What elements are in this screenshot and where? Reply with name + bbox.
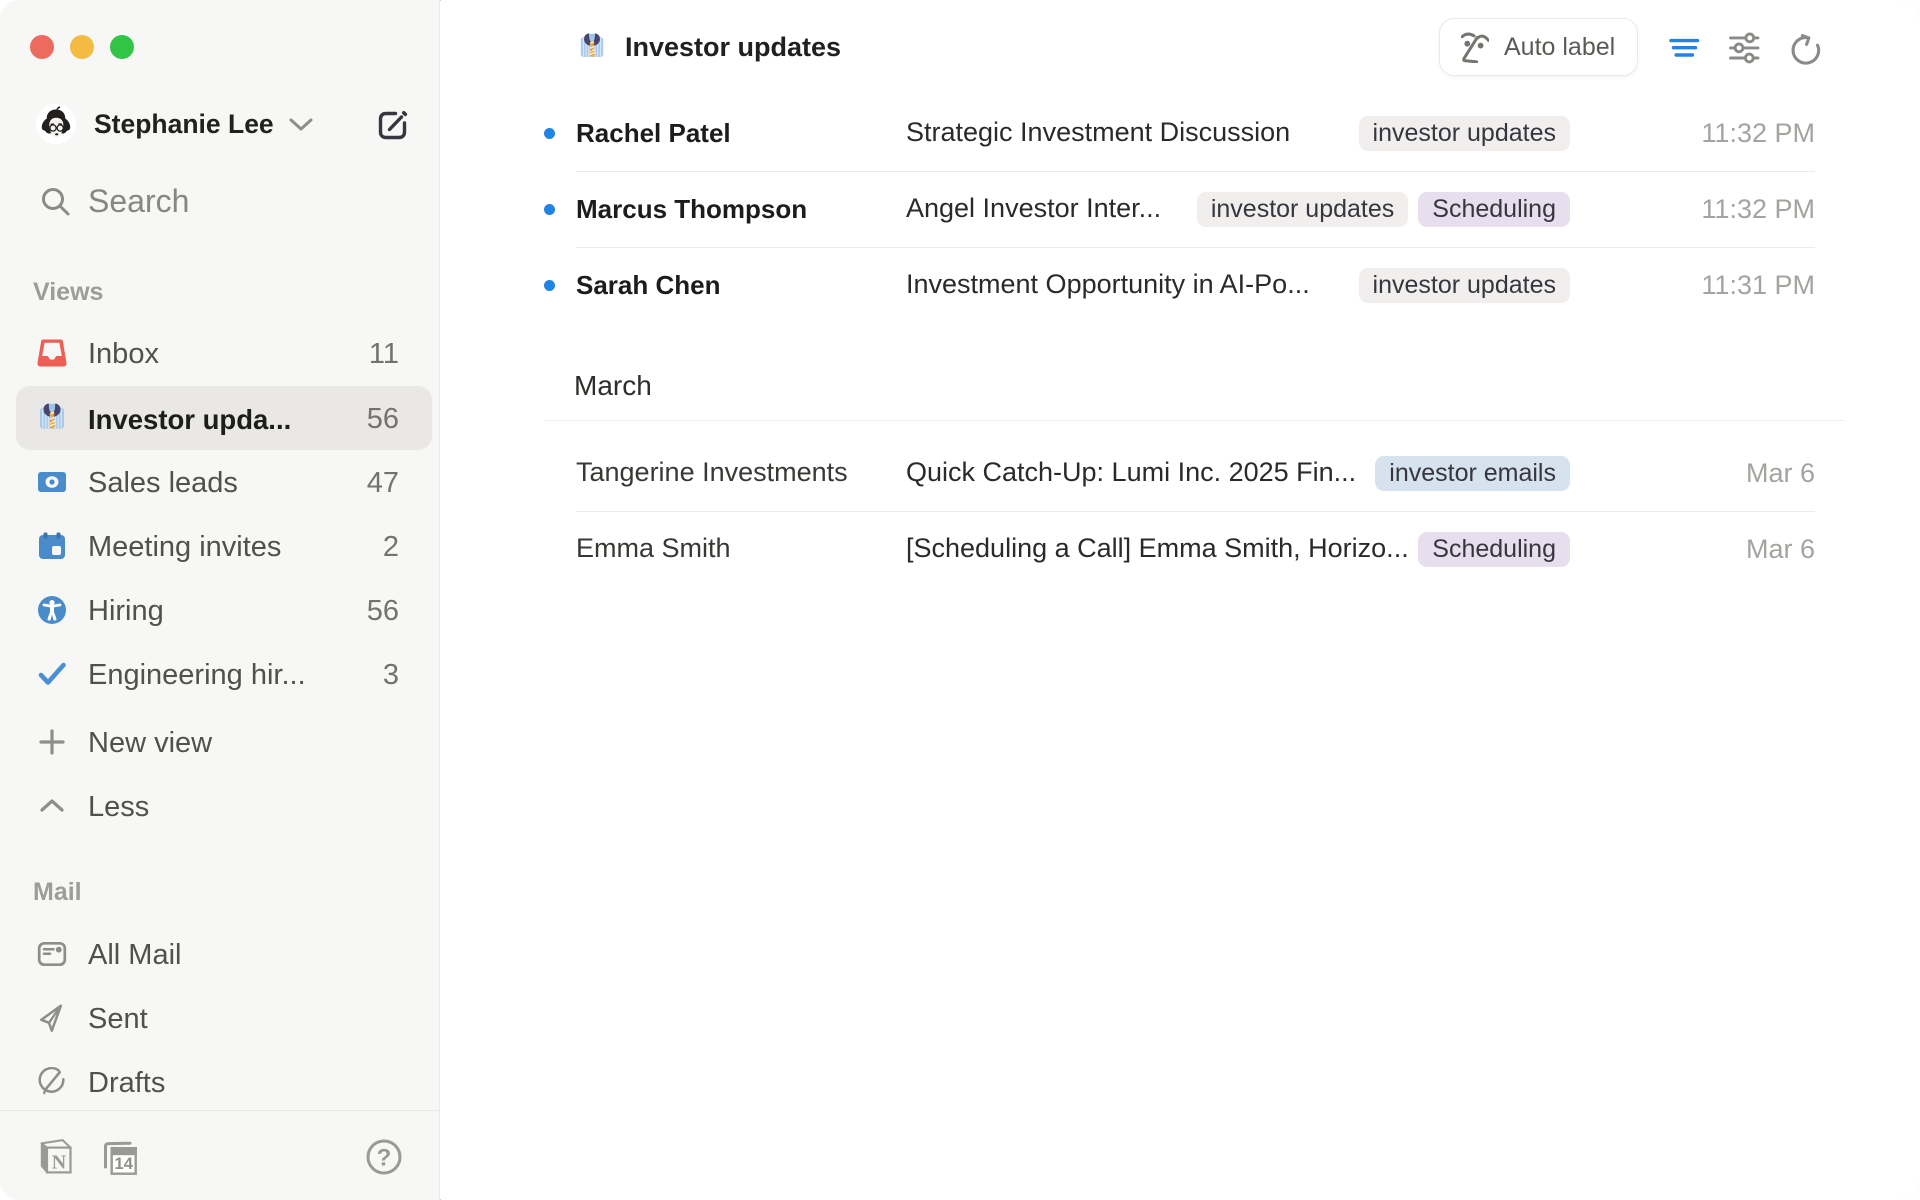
svg-text:14: 14 <box>115 1155 134 1173</box>
svg-text:?: ? <box>377 1145 392 1172</box>
svg-text:N: N <box>52 1152 67 1174</box>
